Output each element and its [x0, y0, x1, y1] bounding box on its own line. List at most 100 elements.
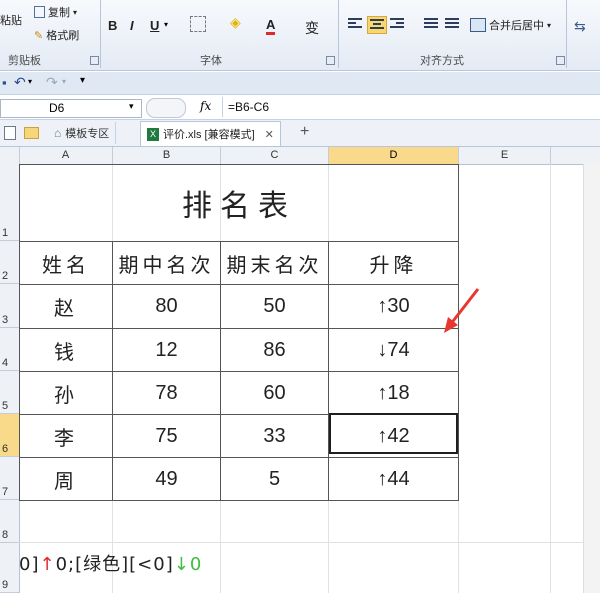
header-mid[interactable]: 期中名次: [112, 241, 221, 285]
tab-workbook[interactable]: X 评价.xls [兼容模式] ✕: [140, 121, 281, 146]
merge-center-button[interactable]: 合并后居中 ▾: [470, 17, 551, 33]
copy-button[interactable]: 复制 ▾: [34, 4, 77, 20]
tab-template[interactable]: ⌂ 模板专区: [48, 122, 117, 144]
final-cell[interactable]: 33: [220, 414, 329, 458]
column-header[interactable]: B: [113, 147, 221, 164]
underline-button[interactable]: U: [150, 18, 159, 33]
annotation-arrow-icon: [444, 288, 480, 333]
header-name[interactable]: 姓名: [19, 241, 113, 285]
align-right-icon[interactable]: [388, 16, 406, 32]
change-button[interactable]: 变: [305, 18, 319, 38]
change-value: 30: [387, 295, 410, 317]
table-title[interactable]: 排名表: [19, 164, 459, 242]
bold-button[interactable]: B: [108, 18, 117, 33]
name-cell[interactable]: 李: [19, 414, 113, 458]
row-header[interactable]: 2: [0, 241, 19, 284]
mid-cell[interactable]: 12: [112, 328, 221, 372]
chevron-down-icon[interactable]: ▾: [28, 77, 32, 86]
close-icon[interactable]: ✕: [265, 128, 274, 141]
paste-button[interactable]: 粘贴: [0, 12, 22, 28]
align-center-icon[interactable]: [367, 16, 387, 34]
italic-button[interactable]: I: [130, 18, 134, 33]
font-color-button[interactable]: A: [266, 18, 276, 35]
mid-cell[interactable]: 75: [112, 414, 221, 458]
clipboard-launcher-icon[interactable]: [90, 56, 99, 65]
tab-label: 模板专区: [65, 128, 110, 140]
new-doc-icon[interactable]: [4, 126, 16, 140]
change-cell[interactable]: ↑18: [328, 371, 459, 415]
row-header[interactable]: 5: [0, 371, 19, 414]
align-left-icon[interactable]: [346, 16, 364, 32]
final-cell[interactable]: 86: [220, 328, 329, 372]
name-cell[interactable]: 赵: [19, 284, 113, 329]
column-header-bar: A B C D E: [0, 147, 600, 165]
alignment-launcher-icon[interactable]: [556, 56, 565, 65]
name-cell[interactable]: 周: [19, 457, 113, 501]
border-icon[interactable]: [190, 16, 206, 32]
chevron-down-icon[interactable]: ▾: [129, 101, 134, 112]
column-header-selected[interactable]: D: [329, 147, 459, 164]
change-cell[interactable]: ↑30: [328, 284, 459, 329]
copy-label: 复制: [48, 7, 70, 19]
group-divider: [100, 0, 101, 68]
folder-icon[interactable]: [24, 127, 39, 139]
document-tabs: ⌂ 模板专区 X 评价.xls [兼容模式] ✕ +: [0, 120, 600, 147]
row-header-bar: 1 2 3 4 5 6 7 8 9: [0, 164, 20, 593]
name-cell[interactable]: 钱: [19, 328, 113, 372]
header-row: 姓名 期中名次 期末名次 升降: [19, 241, 459, 285]
decrease-indent-icon[interactable]: [422, 16, 440, 32]
formula-splitter[interactable]: [146, 98, 186, 118]
brush-icon: ✎: [34, 29, 44, 42]
format-painter-label: 格式刷: [46, 30, 80, 42]
mid-cell[interactable]: 78: [112, 371, 221, 415]
row-header[interactable]: 9: [0, 543, 19, 593]
formula-input[interactable]: =B6-C6: [228, 100, 269, 114]
final-cell[interactable]: 5: [220, 457, 329, 501]
mid-cell[interactable]: 80: [112, 284, 221, 329]
down-arrow-icon: ↓: [377, 338, 388, 361]
name-cell[interactable]: 孙: [19, 371, 113, 415]
header-change[interactable]: 升降: [328, 241, 459, 285]
fill-color-icon[interactable]: ◈: [230, 14, 241, 31]
redo-icon[interactable]: ↷: [46, 74, 58, 91]
name-box[interactable]: D6 ▾: [0, 99, 142, 118]
column-header[interactable]: C: [221, 147, 329, 164]
gridline: [550, 164, 551, 593]
quick-access-toolbar: ▪ ↶ ▾ ↷ ▾ ▾: [0, 72, 600, 95]
format-painter-button[interactable]: ✎ 格式刷: [34, 27, 79, 43]
wrap-text-icon[interactable]: ⇆: [574, 18, 586, 35]
column-header[interactable]: E: [459, 147, 551, 164]
change-value: 18: [387, 381, 410, 404]
insert-function-icon[interactable]: fx: [200, 99, 211, 113]
column-header[interactable]: A: [19, 147, 113, 164]
row-header[interactable]: 8: [0, 500, 19, 543]
select-all-corner[interactable]: [0, 147, 20, 164]
chevron-down-icon[interactable]: ▾: [164, 20, 168, 29]
final-cell[interactable]: 50: [220, 284, 329, 329]
row-header[interactable]: 1: [0, 164, 19, 241]
up-arrow-icon: ↑: [377, 467, 388, 490]
customize-qat-icon[interactable]: ▾: [80, 75, 85, 86]
header-final[interactable]: 期末名次: [220, 241, 329, 285]
row-header[interactable]: 4: [0, 328, 19, 371]
add-tab-icon[interactable]: +: [300, 123, 309, 141]
row-header-selected[interactable]: 6: [0, 414, 19, 457]
home-icon: ⌂: [54, 126, 62, 140]
increase-indent-icon[interactable]: [443, 16, 461, 32]
row-header[interactable]: 7: [0, 457, 19, 500]
undo-icon[interactable]: ↶: [14, 74, 26, 91]
final-cell[interactable]: 60: [220, 371, 329, 415]
alignment-group-label: 对齐方式: [420, 55, 464, 67]
change-cell[interactable]: ↑44: [328, 457, 459, 501]
save-icon[interactable]: ▪: [2, 75, 7, 90]
change-value: 74: [387, 338, 410, 361]
vertical-scrollbar[interactable]: [583, 164, 600, 593]
mid-cell[interactable]: 49: [112, 457, 221, 501]
change-cell-selected[interactable]: ↑42: [328, 414, 459, 458]
chevron-down-icon: ▾: [547, 20, 552, 30]
change-cell[interactable]: ↓74: [328, 328, 459, 372]
row-header[interactable]: 3: [0, 284, 19, 328]
chevron-down-icon[interactable]: ▾: [62, 77, 66, 86]
font-launcher-icon[interactable]: [326, 56, 335, 65]
ranking-table: 排名表 姓名 期中名次 期末名次 升降 赵 80 50 ↑30 钱 12 86 …: [19, 164, 459, 501]
